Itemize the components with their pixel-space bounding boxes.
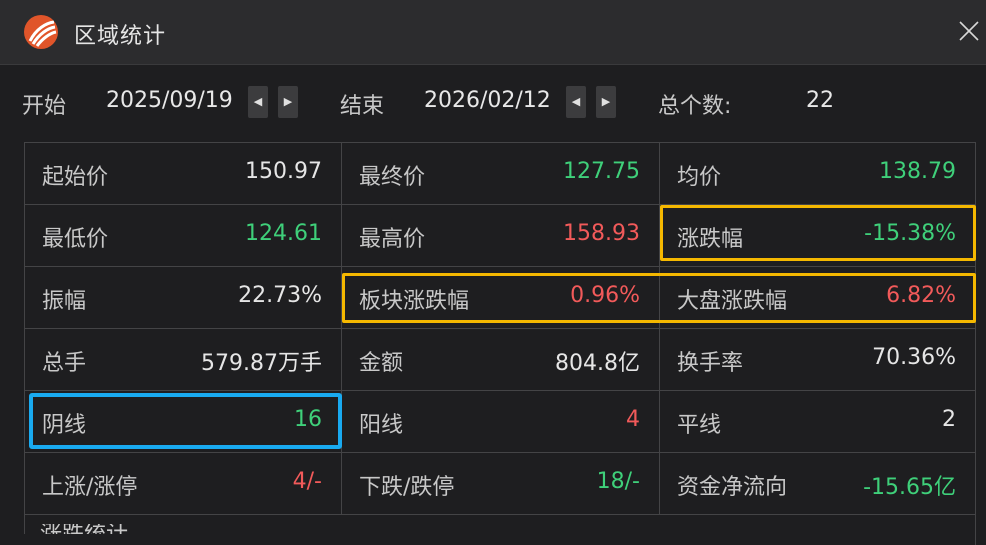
chevron-left-icon: ◀ (571, 95, 581, 108)
stat-cell-start-price: 起始价 150.97 (25, 143, 342, 205)
stat-label: 大盘涨跌幅 (677, 289, 788, 314)
stat-value: 138.79 (879, 159, 956, 184)
stat-label: 金额 (359, 351, 404, 376)
stat-cell-bullish-count: 阳线 4 (342, 391, 660, 453)
stat-cell-sector-change: 板块涨跌幅 0.96% (342, 267, 660, 329)
stat-value: 4 (626, 407, 640, 432)
stat-value: 2 (942, 407, 956, 432)
end-date-value[interactable]: 2026/02/12 (424, 88, 551, 113)
stat-value: 6.82% (886, 283, 956, 308)
stat-value: 804.8亿 (555, 351, 640, 376)
stat-cell-bearish-count: 阴线 16 (25, 391, 342, 453)
stat-label: 换手率 (677, 351, 744, 376)
stat-label: 下跌/跌停 (359, 475, 455, 500)
date-range-filter: 开始 2025/09/19 ◀ ▶ 结束 2026/02/12 ◀ ▶ 总个数:… (0, 64, 986, 142)
chevron-right-icon: ▶ (601, 95, 611, 108)
stat-cell-end-price: 最终价 127.75 (342, 143, 660, 205)
chevron-right-icon: ▶ (283, 95, 293, 108)
stat-cell-net-fund-flow: 资金净流向 -15.65亿 (660, 453, 976, 515)
stat-cell-total-volume: 总手 579.87万手 (25, 329, 342, 391)
start-label: 开始 (22, 94, 67, 119)
app-logo-icon (24, 15, 58, 49)
end-date-prev-button[interactable]: ◀ (566, 86, 586, 118)
stat-row-partial (25, 515, 976, 545)
stat-label: 板块涨跌幅 (359, 289, 470, 314)
stat-label: 涨跌幅 (677, 227, 744, 252)
stat-cell-down-limit-down: 下跌/跌停 18/- (342, 453, 660, 515)
stat-label: 均价 (677, 165, 722, 190)
stat-cell-avg-price: 均价 138.79 (660, 143, 976, 205)
stat-cell-low-price: 最低价 124.61 (25, 205, 342, 267)
start-date-next-button[interactable]: ▶ (278, 86, 298, 118)
stat-cell-high-price: 最高价 158.93 (342, 205, 660, 267)
stat-label: 总手 (42, 351, 87, 376)
stat-cell-amount: 金额 804.8亿 (342, 329, 660, 391)
stat-label: 最高价 (359, 227, 426, 252)
start-date-prev-button[interactable]: ◀ (248, 86, 268, 118)
stat-label: 上涨/涨停 (42, 475, 138, 500)
start-date-value[interactable]: 2025/09/19 (106, 88, 233, 113)
stat-label: 最低价 (42, 227, 109, 252)
stat-label: 平线 (677, 413, 722, 438)
stat-value: -15.65亿 (863, 475, 956, 500)
stat-cell-market-change: 大盘涨跌幅 6.82% (660, 267, 976, 329)
stat-value: 4/- (292, 469, 322, 494)
stat-value: 150.97 (245, 159, 322, 184)
stat-cell-turnover-rate: 换手率 70.36% (660, 329, 976, 391)
stat-value: 70.36% (872, 345, 956, 370)
stat-label: 最终价 (359, 165, 426, 190)
stat-value: 579.87万手 (201, 351, 322, 376)
chevron-left-icon: ◀ (253, 95, 263, 108)
stat-cell-flat-count: 平线 2 (660, 391, 976, 453)
count-value: 22 (806, 88, 834, 113)
stat-label: 振幅 (42, 289, 87, 314)
stat-label: 阳线 (359, 413, 404, 438)
stat-label: 起始价 (42, 165, 109, 190)
stat-value: 158.93 (563, 221, 640, 246)
end-label: 结束 (340, 94, 385, 119)
stat-value: -15.38% (864, 221, 956, 246)
window-title: 区域统计 (74, 24, 167, 49)
stat-value: 16 (294, 407, 322, 432)
stat-cell-change-pct: 涨跌幅 -15.38% (660, 205, 976, 267)
stat-cell-up-limit-up: 上涨/涨停 4/- (25, 453, 342, 515)
stat-cell-amplitude: 振幅 22.73% (25, 267, 342, 329)
stat-value: 0.96% (570, 283, 640, 308)
stat-value: 22.73% (238, 283, 322, 308)
stat-label: 阴线 (42, 413, 87, 438)
title-bar: 区域统计 (0, 0, 986, 65)
stat-label: 资金净流向 (677, 475, 788, 500)
close-icon[interactable] (958, 20, 980, 42)
stats-grid: 起始价 150.97 最终价 127.75 均价 138.79 最低价 124.… (24, 142, 976, 545)
stat-value: 124.61 (245, 221, 322, 246)
count-label: 总个数: (658, 94, 732, 119)
end-date-next-button[interactable]: ▶ (596, 86, 616, 118)
stat-value: 127.75 (563, 159, 640, 184)
stat-value: 18/- (596, 469, 640, 494)
partial-row-label: 涨跌统计 (40, 524, 128, 534)
